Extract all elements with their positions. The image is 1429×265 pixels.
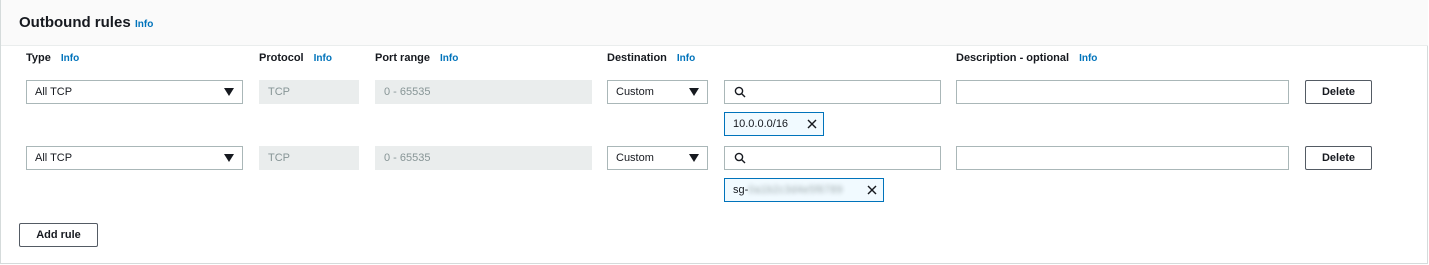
- destination-search-input[interactable]: [751, 148, 931, 168]
- column-label-description: Description - optional Info: [956, 52, 1098, 64]
- description-input[interactable]: [956, 146, 1289, 170]
- caret-down-icon: [224, 88, 234, 96]
- destination-search[interactable]: [724, 80, 941, 104]
- add-rule-button[interactable]: Add rule: [19, 223, 98, 247]
- delete-rule-button[interactable]: Delete: [1305, 146, 1372, 170]
- column-label-type: Type Info: [26, 52, 80, 64]
- caret-down-icon: [224, 154, 234, 162]
- caret-down-icon: [689, 88, 699, 96]
- caret-down-icon: [689, 154, 699, 162]
- section-info-link[interactable]: Info: [135, 19, 153, 30]
- destination-mode-select[interactable]: Custom: [607, 146, 708, 170]
- remove-token-icon[interactable]: [805, 117, 819, 131]
- port-range-field: 0 - 65535: [375, 146, 592, 170]
- column-label-protocol: Protocol Info: [259, 52, 332, 64]
- destination-mode-select[interactable]: Custom: [607, 80, 708, 104]
- search-icon: [734, 152, 746, 164]
- destination-token: sg-0a1b2c3d4e5f6789: [724, 178, 884, 202]
- description-input[interactable]: [956, 80, 1289, 104]
- column-label-port-range: Port range Info: [375, 52, 459, 64]
- protocol-field: TCP: [259, 146, 359, 170]
- panel-header: Outbound rules Info: [1, 0, 1428, 46]
- delete-rule-button[interactable]: Delete: [1305, 80, 1372, 104]
- redacted-security-group-id: 0a1b2c3d4e5f6789: [748, 184, 843, 196]
- destination-info-link[interactable]: Info: [677, 53, 695, 64]
- outbound-rules-panel: Outbound rules Info Type Info Protocol Inf…: [0, 0, 1428, 264]
- column-label-destination: Destination Info: [607, 52, 696, 64]
- type-select[interactable]: All TCP: [26, 146, 243, 170]
- section-title: Outbound rules: [19, 14, 131, 31]
- protocol-field: TCP: [259, 80, 359, 104]
- destination-token: 10.0.0.0/16: [724, 112, 824, 136]
- remove-token-icon[interactable]: [865, 183, 879, 197]
- type-info-link[interactable]: Info: [61, 53, 79, 64]
- port-range-info-link[interactable]: Info: [440, 53, 458, 64]
- destination-search[interactable]: [724, 146, 941, 170]
- port-range-field: 0 - 65535: [375, 80, 592, 104]
- protocol-info-link[interactable]: Info: [314, 53, 332, 64]
- search-icon: [734, 86, 746, 98]
- type-select[interactable]: All TCP: [26, 80, 243, 104]
- destination-search-input[interactable]: [751, 82, 931, 102]
- description-info-link[interactable]: Info: [1079, 53, 1097, 64]
